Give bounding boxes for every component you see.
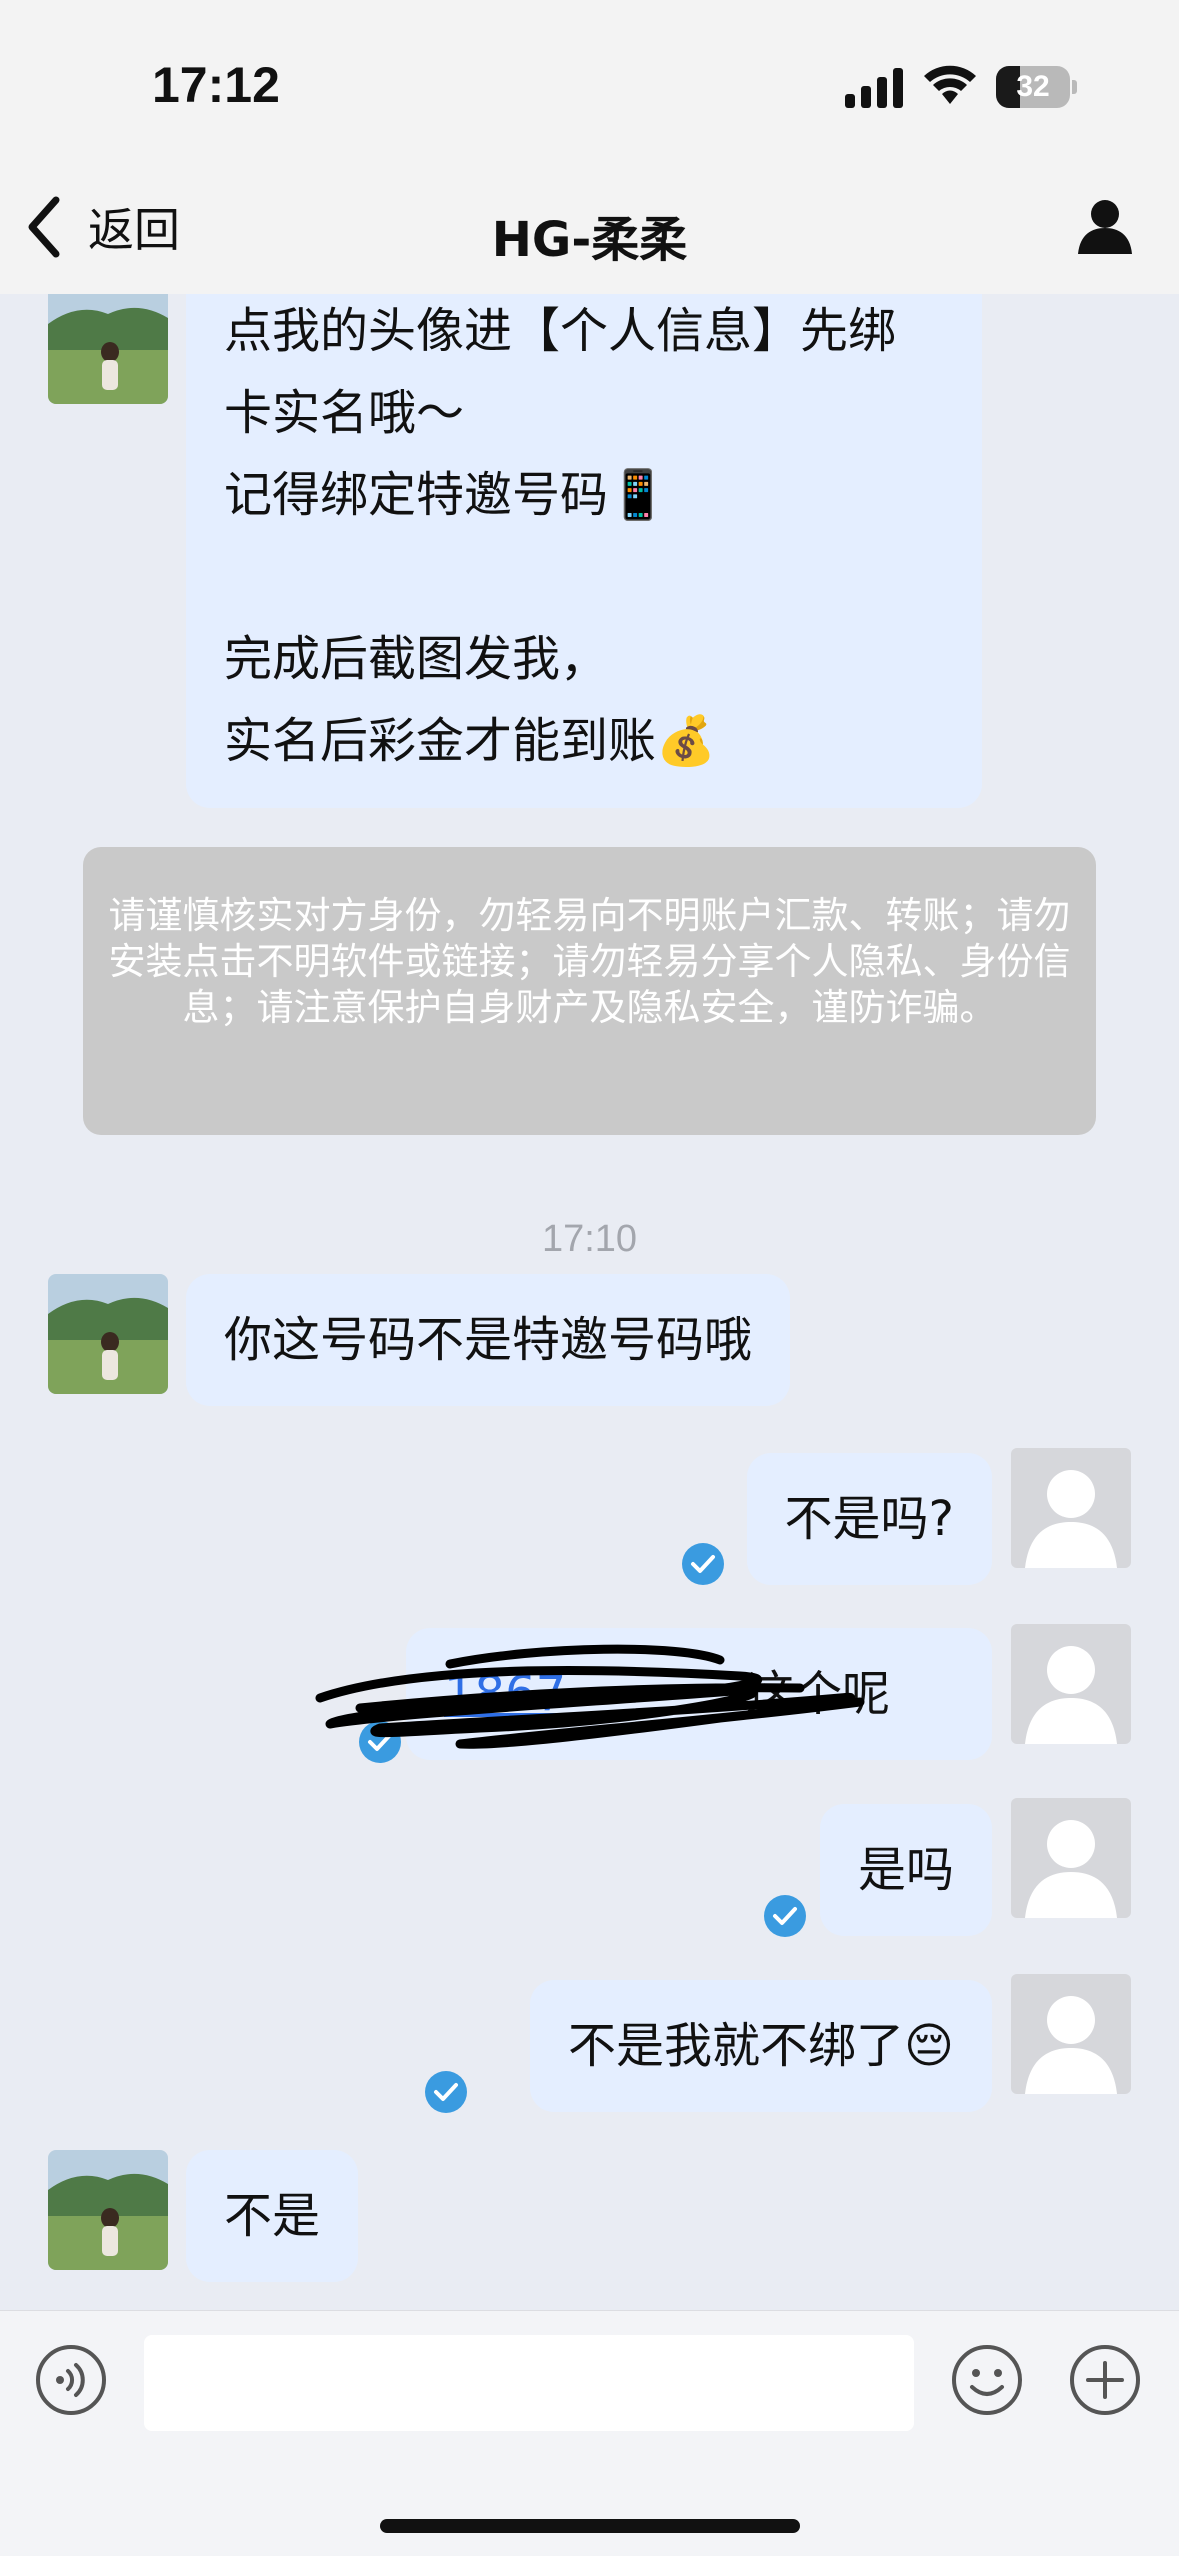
contact-avatar[interactable] <box>48 294 168 404</box>
status-time: 17:12 <box>152 57 280 113</box>
message-text: 这个呢 <box>746 1666 891 1722</box>
incoming-message: 你这号码不是特邀号码哦 <box>186 1274 791 1406</box>
outgoing-message: 1867 这个呢 <box>406 1628 992 1760</box>
outgoing-message: 是吗 <box>819 1804 992 1936</box>
user-avatar[interactable] <box>1011 1624 1131 1744</box>
anti-fraud-warning: 请谨慎核实对方身份，勿轻易向不明账户汇款、转账；请勿安装点击不明软件或链接；请勿… <box>83 847 1096 1135</box>
voice-icon[interactable] <box>34 2343 108 2417</box>
plus-icon[interactable] <box>1068 2343 1142 2417</box>
outgoing-message: 不是我就不绑了😔 <box>529 1980 992 2112</box>
chat-area[interactable]: 点我的头像进【个人信息】先绑 卡实名哦～ 记得绑定特邀号码📱 完成后截图发我， … <box>0 294 1179 2310</box>
cellular-signal-icon <box>845 68 903 108</box>
read-check-icon <box>425 2071 467 2113</box>
incoming-message: 点我的头像进【个人信息】先绑 卡实名哦～ 记得绑定特邀号码📱 完成后截图发我， … <box>186 294 982 808</box>
message-timestamp: 17:10 <box>541 1218 638 1260</box>
read-check-icon <box>764 1895 806 1937</box>
home-indicator[interactable] <box>380 2519 800 2533</box>
user-avatar[interactable] <box>1011 1798 1131 1918</box>
read-check-icon <box>359 1721 401 1763</box>
outgoing-message: 不是吗? <box>746 1453 992 1585</box>
wifi-icon <box>924 65 976 104</box>
incoming-message: 不是 <box>186 2150 359 2282</box>
contact-avatar[interactable] <box>48 2150 168 2270</box>
nav-bar: 返回 HG-柔柔 <box>0 160 1179 294</box>
person-icon[interactable] <box>1076 198 1134 256</box>
battery-icon: 32 <box>996 66 1077 108</box>
contact-avatar[interactable] <box>48 1274 168 1394</box>
message-input[interactable] <box>144 2335 914 2431</box>
status-bar: 17:12 32 <box>0 0 1179 160</box>
input-bar <box>0 2310 1179 2556</box>
chat-title: HG-柔柔 <box>491 212 688 268</box>
user-avatar[interactable] <box>1011 1448 1131 1568</box>
read-check-icon <box>682 1543 724 1585</box>
user-avatar[interactable] <box>1011 1974 1131 2094</box>
emoji-icon[interactable] <box>950 2343 1024 2417</box>
phone-link[interactable]: 1867 <box>444 1666 566 1722</box>
battery-level: 32 <box>1016 70 1050 103</box>
